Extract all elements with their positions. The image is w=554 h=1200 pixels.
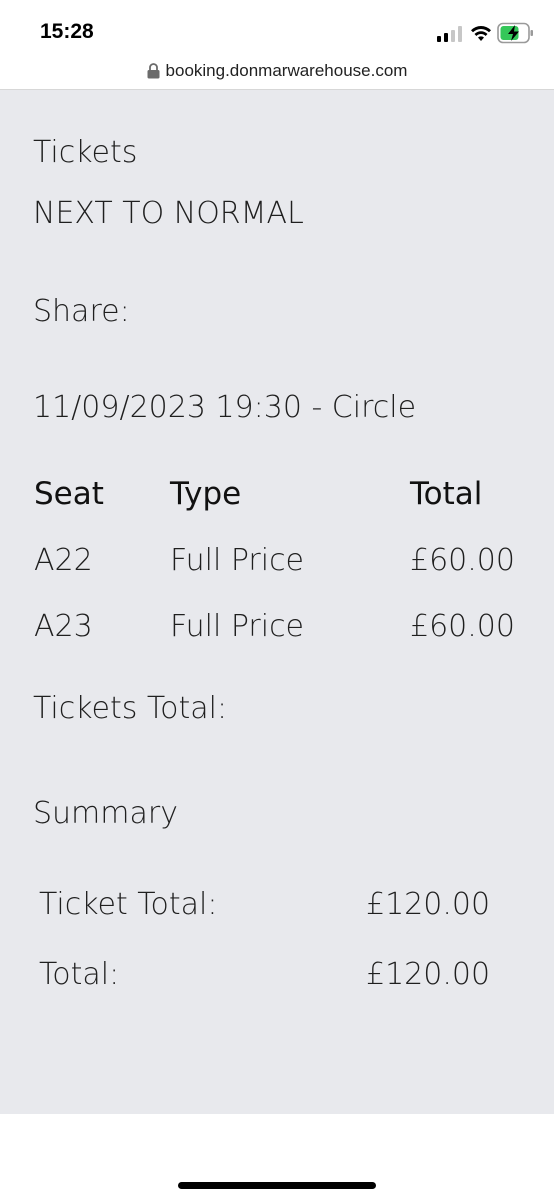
- wifi-icon: [471, 25, 491, 41]
- type-cell: Full Price: [170, 543, 305, 578]
- tickets-heading: Tickets: [33, 135, 138, 170]
- status-bar: 15:28: [0, 0, 554, 56]
- total-cell: £60.00: [410, 543, 515, 578]
- share-label: Share:: [33, 294, 130, 329]
- column-header-total: Total: [410, 476, 483, 512]
- url-text: booking.donmarwarehouse.com: [165, 60, 408, 80]
- column-header-seat: Seat: [34, 476, 104, 512]
- performance-info: 11/09/2023 19:30 - Circle: [33, 390, 417, 425]
- tickets-total-label: Tickets Total:: [33, 691, 228, 726]
- cellular-signal-icon: [437, 26, 462, 42]
- summary-heading: Summary: [33, 796, 178, 831]
- battery-charging-icon: [497, 22, 533, 44]
- ticket-total-label: Ticket Total:: [39, 887, 218, 922]
- ticket-total-value: £120.00: [366, 887, 491, 922]
- status-time: 15:28: [40, 20, 94, 43]
- seat-cell: A22: [34, 543, 93, 578]
- show-title: NEXT TO NORMAL: [33, 196, 304, 231]
- booking-summary-page: Tickets NEXT TO NORMAL Share: 11/09/2023…: [0, 90, 554, 1114]
- grand-total-value: £120.00: [366, 957, 491, 992]
- column-header-type: Type: [170, 476, 242, 512]
- home-indicator[interactable]: [178, 1182, 376, 1189]
- address-bar[interactable]: booking.donmarwarehouse.com: [0, 56, 554, 90]
- type-cell: Full Price: [170, 609, 305, 644]
- lock-icon: [147, 62, 160, 78]
- seat-cell: A23: [34, 609, 93, 644]
- total-cell: £60.00: [410, 609, 515, 644]
- grand-total-label: Total:: [39, 957, 120, 992]
